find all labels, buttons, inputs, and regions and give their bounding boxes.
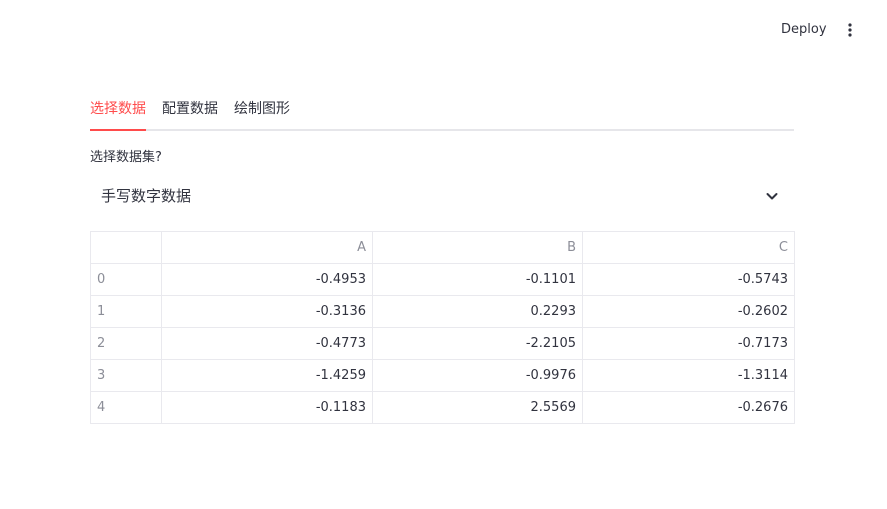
- row-index: 1: [90, 295, 162, 328]
- header: Deploy: [0, 0, 887, 60]
- column-header[interactable]: A: [161, 231, 373, 264]
- table-cell[interactable]: -0.4773: [161, 327, 373, 360]
- table-row: 0 -0.4953 -0.1101 -0.5743: [90, 263, 795, 296]
- table-cell[interactable]: -0.7173: [582, 327, 795, 360]
- table-cell[interactable]: -0.2676: [582, 391, 795, 424]
- table-cell[interactable]: -0.3136: [161, 295, 373, 328]
- table-row: 4 -0.1183 2.5569 -0.2676: [90, 391, 795, 424]
- dataset-select[interactable]: 手写数字数据: [90, 176, 794, 216]
- deploy-button[interactable]: Deploy: [772, 20, 836, 40]
- table-row: 3 -1.4259 -0.9976 -1.3114: [90, 359, 795, 392]
- dataset-select-value: 手写数字数据: [101, 187, 192, 205]
- dataframe[interactable]: A B C 0 -0.4953 -0.1101 -0.5743 1 -0.313…: [90, 231, 795, 431]
- tab-list: 选择数据 配置数据 绘制图形: [90, 96, 794, 131]
- table-cell[interactable]: -0.1101: [372, 263, 583, 296]
- main-menu-button[interactable]: [838, 18, 862, 42]
- row-index: 3: [90, 359, 162, 392]
- app-root: Deploy 选择数据 配置数据 绘制图形 选择数据集? 手写数字数据 A B …: [0, 0, 887, 509]
- row-index: 0: [90, 263, 162, 296]
- column-header[interactable]: B: [372, 231, 583, 264]
- table-cell[interactable]: 0.2293: [372, 295, 583, 328]
- table-cell[interactable]: -1.3114: [582, 359, 795, 392]
- table-cell[interactable]: -0.5743: [582, 263, 795, 296]
- column-header[interactable]: C: [582, 231, 795, 264]
- table-header-row: A B C: [90, 231, 795, 264]
- table-cell[interactable]: -2.2105: [372, 327, 583, 360]
- table-row: 1 -0.3136 0.2293 -0.2602: [90, 295, 795, 328]
- tab-configure-data[interactable]: 配置数据: [162, 96, 234, 129]
- row-index: 2: [90, 327, 162, 360]
- vertical-ellipsis-icon: [848, 23, 852, 37]
- table-row: 2 -0.4773 -2.2105 -0.7173: [90, 327, 795, 360]
- table-cell[interactable]: -0.4953: [161, 263, 373, 296]
- dataset-select-label: 选择数据集?: [90, 150, 162, 165]
- table-cell[interactable]: -0.2602: [582, 295, 795, 328]
- table-cell[interactable]: -1.4259: [161, 359, 373, 392]
- table-cell[interactable]: 2.5569: [372, 391, 583, 424]
- table-cell[interactable]: -0.9976: [372, 359, 583, 392]
- data-table: A B C 0 -0.4953 -0.1101 -0.5743 1 -0.313…: [90, 231, 795, 424]
- row-index: 4: [90, 391, 162, 424]
- column-header-index: [90, 231, 162, 264]
- table-cell[interactable]: -0.1183: [161, 391, 373, 424]
- tab-select-data[interactable]: 选择数据: [90, 96, 162, 131]
- chevron-down-icon: [764, 188, 780, 204]
- tab-draw-chart[interactable]: 绘制图形: [234, 96, 306, 129]
